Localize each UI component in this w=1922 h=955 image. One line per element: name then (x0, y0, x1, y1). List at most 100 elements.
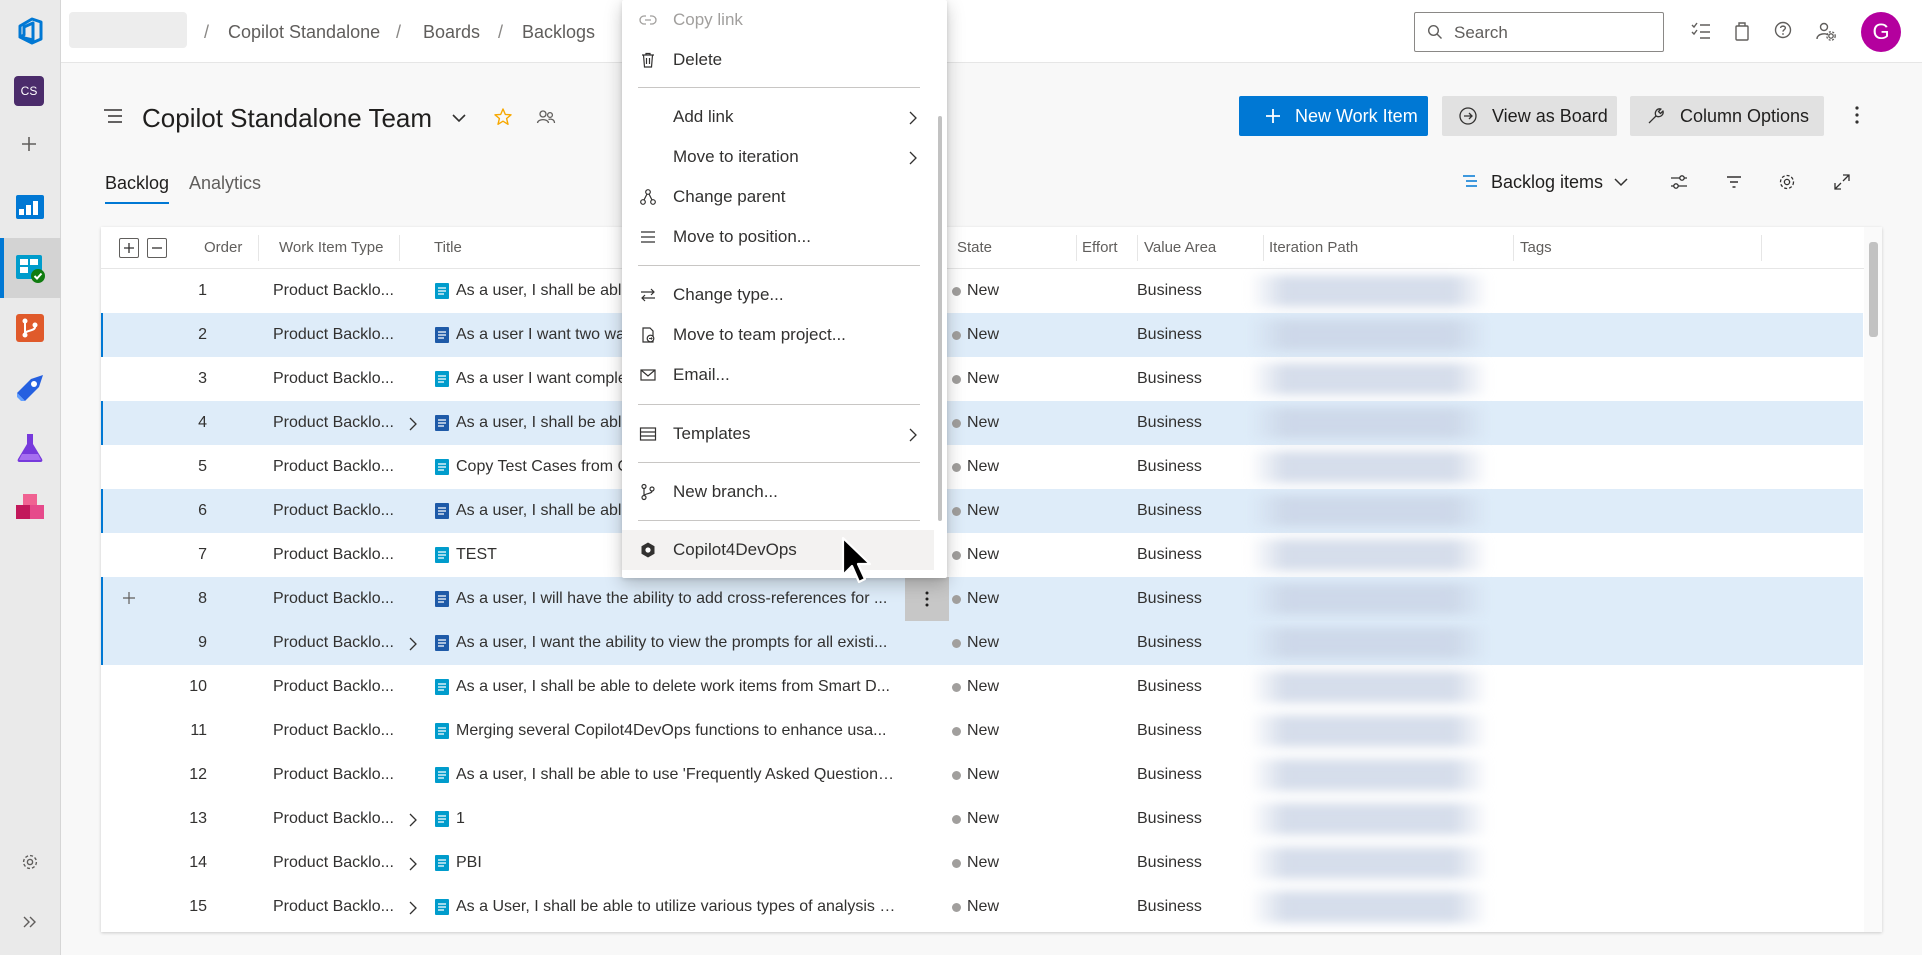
column-header-tags[interactable]: Tags (1520, 239, 1552, 256)
table-row[interactable]: 3 Product Backlo... As a user I want compl… (101, 357, 1863, 401)
tab-backlog[interactable]: Backlog (105, 173, 170, 204)
cell-title[interactable]: 1 (456, 810, 896, 828)
boards-icon[interactable] (13, 251, 47, 285)
column-divider[interactable] (399, 235, 400, 261)
fullscreen-expand-icon[interactable] (1832, 172, 1852, 192)
view-options-sliders-icon[interactable] (1669, 172, 1689, 192)
filter-icon[interactable] (1724, 172, 1744, 192)
cell-title[interactable]: As a user, I shall be able to use 'Frequ… (456, 766, 896, 784)
table-row[interactable]: 4 Product Backlo... As a user, I shall be … (101, 401, 1863, 445)
more-actions-icon[interactable] (1850, 104, 1864, 126)
expand-row-chevron-right-icon[interactable] (408, 812, 418, 828)
table-row[interactable]: 12 Product Backlo... As a user, I shall be… (101, 753, 1863, 797)
column-header-order[interactable]: Order (204, 239, 242, 256)
table-row[interactable]: 10 Product Backlo... As a user, I shall be… (101, 665, 1863, 709)
test-plans-icon[interactable] (13, 431, 47, 465)
search-box[interactable]: Search (1414, 12, 1664, 52)
column-divider[interactable] (1076, 235, 1077, 261)
overview-icon[interactable] (13, 190, 47, 224)
backlog-level-chevron-down-icon[interactable] (1613, 176, 1629, 188)
table-row[interactable]: 11 Product Backlo... Merging several Copil… (101, 709, 1863, 753)
table-row[interactable]: 1 Product Backlo... As a user, I shall be … (101, 269, 1863, 313)
collapse-all-button[interactable] (147, 238, 167, 258)
menu-item-change-type[interactable]: Change type... (622, 275, 934, 315)
cell-title[interactable]: As a user, I shall be able to delete wor… (456, 678, 896, 696)
settings-gear-icon[interactable] (1777, 172, 1797, 192)
view-as-board-button[interactable]: View as Board (1442, 96, 1617, 136)
column-divider[interactable] (1263, 235, 1264, 261)
expand-row-chevron-right-icon[interactable] (408, 416, 418, 432)
breadcrumb-backlogs[interactable]: Backlogs (522, 22, 595, 43)
table-row[interactable]: 15 Product Backlo... As a User, I shall be… (101, 885, 1863, 929)
azure-devops-logo-icon[interactable] (17, 17, 45, 45)
cell-title[interactable]: Merging several Copilot4DevOps functions… (456, 722, 896, 740)
project-badge[interactable]: CS (14, 76, 44, 106)
breadcrumb-boards[interactable]: Boards (423, 22, 480, 43)
column-header-iteration-path[interactable]: Iteration Path (1269, 239, 1358, 256)
table-row[interactable]: 7 Product Backlo... TEST New Business (101, 533, 1863, 577)
column-divider[interactable] (1137, 235, 1138, 261)
expand-row-chevron-right-icon[interactable] (408, 856, 418, 872)
favorite-star-icon[interactable] (493, 107, 513, 127)
avatar[interactable]: G (1861, 12, 1901, 52)
marketplace-bag-icon[interactable] (1732, 20, 1752, 42)
collapse-side-panel-icon[interactable] (102, 107, 124, 127)
column-header-title[interactable]: Title (434, 239, 462, 256)
column-header-value-area[interactable]: Value Area (1144, 239, 1216, 256)
menu-item-delete[interactable]: Delete (622, 40, 934, 80)
menu-scrollbar-thumb[interactable] (938, 116, 942, 521)
menu-scrollbar[interactable] (935, 10, 945, 568)
table-row[interactable]: 5 Product Backlo... Copy Test Cases from C… (101, 445, 1863, 489)
breadcrumb-project[interactable]: Copilot Standalone (228, 22, 380, 43)
add-child-plus-icon[interactable] (121, 590, 137, 606)
column-divider[interactable] (1761, 235, 1762, 261)
column-header-state[interactable]: State (957, 239, 992, 256)
menu-item-add-link[interactable]: Add link (622, 97, 934, 137)
expand-all-button[interactable] (119, 238, 139, 258)
cell-title[interactable]: As a user, I want the ability to view th… (456, 634, 896, 652)
cell-title[interactable]: As a User, I shall be able to utilize va… (456, 898, 896, 916)
team-picker-chevron-down-icon[interactable] (451, 112, 467, 124)
column-divider[interactable] (1513, 235, 1514, 261)
table-row[interactable]: 9 Product Backlo... As a user, I want the … (101, 621, 1863, 665)
expand-row-chevron-right-icon[interactable] (408, 900, 418, 916)
column-header-work-item-type[interactable]: Work Item Type (279, 239, 383, 256)
artifacts-icon[interactable] (13, 491, 47, 525)
table-row[interactable]: 13 Product Backlo... 1 New Business (101, 797, 1863, 841)
tab-analytics[interactable]: Analytics (189, 173, 261, 194)
expand-rail-icon[interactable] (21, 913, 39, 931)
column-options-button[interactable]: Column Options (1630, 96, 1824, 136)
work-items-list-icon[interactable] (1690, 20, 1712, 42)
pipelines-icon[interactable] (13, 371, 47, 405)
help-icon[interactable] (1773, 20, 1793, 40)
menu-item-move-to-iteration[interactable]: Move to iteration (622, 137, 934, 177)
grid-scrollbar[interactable] (1864, 227, 1882, 932)
menu-item-copy-link[interactable]: Copy link (622, 0, 934, 40)
menu-item-change-parent[interactable]: Change parent (622, 177, 934, 217)
backlog-level-selector[interactable]: Backlog items (1491, 172, 1603, 193)
menu-item-templates[interactable]: Templates (622, 414, 934, 454)
cell-title[interactable]: PBI (456, 854, 896, 872)
new-work-item-button[interactable]: New Work Item (1239, 96, 1428, 136)
add-icon[interactable] (19, 134, 39, 154)
table-row[interactable]: 6 Product Backlo... As a user, I shall be … (101, 489, 1863, 533)
organization-name-redacted[interactable] (69, 12, 187, 48)
menu-item-new-branch[interactable]: New branch... (622, 472, 934, 512)
table-row[interactable]: 8 Product Backlo... As a user, I will have… (101, 577, 1863, 621)
repos-icon[interactable] (13, 311, 47, 345)
table-row[interactable]: 2 Product Backlo... As a user I want two w… (101, 313, 1863, 357)
column-header-effort[interactable]: Effort (1082, 239, 1118, 256)
menu-item-email[interactable]: Email... (622, 355, 934, 395)
column-divider[interactable] (258, 235, 259, 261)
menu-item-copilot4devops[interactable]: Copilot4DevOps (622, 530, 934, 570)
row-more-actions-icon[interactable] (905, 577, 949, 621)
menu-item-move-to-team-project[interactable]: Move to team project... (622, 315, 934, 355)
menu-item-move-to-position[interactable]: Move to position... (622, 217, 934, 257)
expand-row-chevron-right-icon[interactable] (408, 636, 418, 652)
team-members-icon[interactable] (536, 108, 556, 126)
project-settings-icon[interactable] (21, 853, 39, 871)
table-row[interactable]: 14 Product Backlo... PBI New Business (101, 841, 1863, 885)
user-settings-icon[interactable] (1815, 20, 1837, 42)
cell-title[interactable]: As a user, I will have the ability to ad… (456, 590, 896, 608)
grid-scrollbar-thumb[interactable] (1869, 242, 1878, 337)
